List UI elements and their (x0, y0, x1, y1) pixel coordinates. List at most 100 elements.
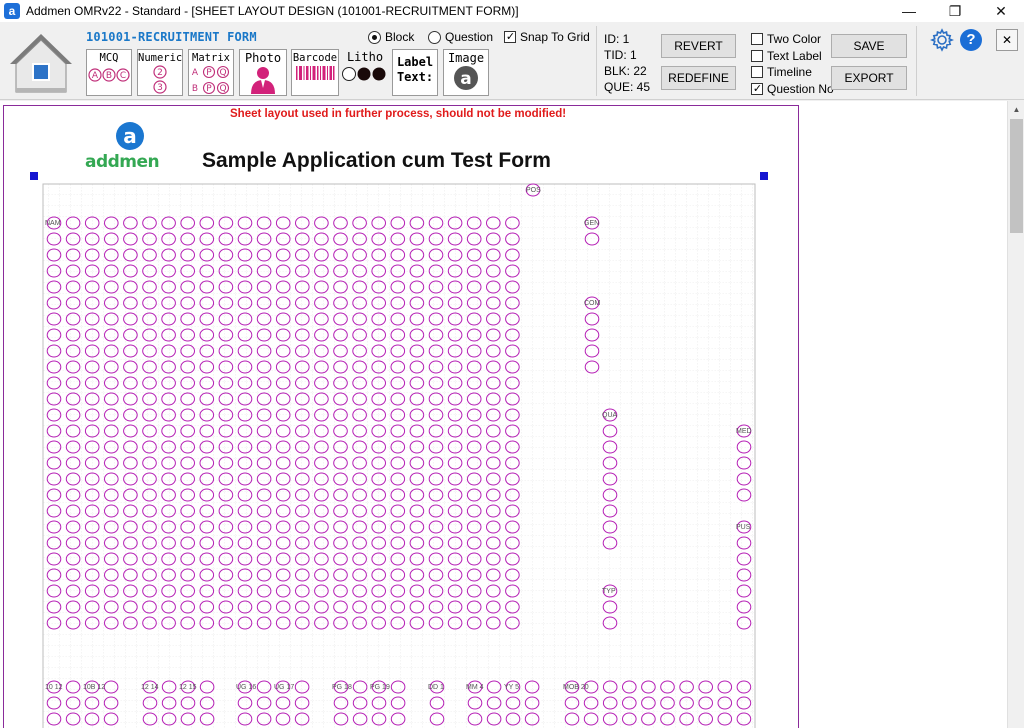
toolbar-separator (596, 26, 597, 96)
mcq-letter-c: C (120, 71, 126, 81)
numeric-tool-label: Numeric (138, 52, 183, 64)
timeline-indicator[interactable] (751, 66, 763, 78)
image-tool-button[interactable]: Image a (443, 49, 489, 96)
numeric-tool-button[interactable]: Numeric 2 3 (137, 49, 183, 96)
close-window-button[interactable]: ✕ (978, 0, 1024, 22)
block-radio[interactable]: Block (368, 30, 414, 44)
minimize-button[interactable]: — (886, 0, 932, 22)
scroll-up-arrow[interactable]: ▲ (1008, 101, 1024, 118)
bottom-block-label: DD 1 (428, 684, 444, 691)
timeline-label: Timeline (767, 65, 812, 79)
text-label-checkbox[interactable]: Text Label (751, 49, 822, 63)
bottom-block-label: 12 15 (179, 684, 197, 691)
litho-icon (342, 67, 386, 81)
gear-icon[interactable] (930, 28, 954, 52)
que-readout: QUE: 45 (604, 80, 651, 94)
barcode-icon (296, 66, 335, 80)
addmen-logo: a addmen (85, 122, 160, 172)
label-tool-label-line2: Text: (396, 70, 434, 84)
photo-tool-button[interactable]: Photo (239, 49, 287, 96)
matrix-tool-button[interactable]: Matrix A B P Q P Q (188, 49, 234, 96)
com-label: COM (584, 300, 601, 307)
title-bar: a Addmen OMRv22 - Standard - [SHEET LAYO… (0, 0, 1024, 22)
mcq-icon: A B C (88, 68, 130, 82)
bottom-block-label: 10 12 (45, 684, 63, 691)
revert-button[interactable]: REVERT (661, 34, 736, 58)
litho-tool-button[interactable]: Litho (342, 49, 388, 96)
matrix-letter-a: A (192, 68, 199, 78)
redefine-button[interactable]: REDEFINE (661, 66, 736, 90)
numeric-icon: 2 3 (153, 65, 167, 94)
litho-tool-label: Litho (346, 50, 384, 64)
matrix-letter-b: B (192, 84, 198, 94)
sheet-warning-text: Sheet layout used in further process, sh… (230, 108, 566, 120)
addmen-image-icon: a (454, 66, 478, 90)
bottom-block-label: 12 14 (141, 684, 159, 691)
sheet-layout[interactable]: Sheet layout used in further process, sh… (4, 106, 799, 728)
numeric-digit-3: 3 (157, 83, 163, 93)
close-panel-button[interactable]: ✕ (996, 29, 1018, 51)
question-no-label: Question No (767, 82, 834, 96)
bottom-block-label: MM 4 (466, 684, 484, 691)
matrix-icon: A B P Q P Q (192, 65, 230, 95)
pos-label: POS (526, 187, 541, 194)
bottom-block-label: YY 5 (504, 684, 519, 691)
window-title: Addmen OMRv22 - Standard - [SHEET LAYOUT… (26, 4, 519, 18)
mcq-tool-button[interactable]: MCQ A B C (86, 49, 132, 96)
label-text-tool-button[interactable]: Label Text: (392, 49, 438, 96)
matrix-tool-label: Matrix (192, 52, 230, 64)
question-radio[interactable]: Question (428, 30, 493, 44)
typ-label: TYP (602, 588, 616, 595)
nam-label: NAM (45, 220, 61, 227)
toolbar-separator-2 (916, 26, 917, 96)
omr-sheet[interactable]: Sheet layout used in further process, sh… (3, 105, 799, 728)
selection-handle-left[interactable] (30, 172, 38, 180)
person-icon (251, 67, 275, 94)
two-color-label: Two Color (767, 32, 822, 46)
two-color-indicator[interactable] (751, 33, 763, 45)
two-color-checkbox[interactable]: Two Color (751, 32, 821, 46)
selection-handle-right[interactable] (760, 172, 768, 180)
gen-label: GEN (584, 220, 599, 227)
barcode-tool-button[interactable]: Barcode (291, 49, 339, 96)
tid-readout: TID: 1 (604, 48, 637, 62)
sheet-grid-area (42, 183, 756, 728)
snap-to-grid-checkbox[interactable]: Snap To Grid (504, 30, 590, 44)
qua-label: QUA (602, 412, 618, 419)
bottom-block-label: 10B 12 (83, 684, 105, 691)
form-name-label: 101001-RECRUITMENT FORM (86, 30, 257, 44)
home-button[interactable] (6, 28, 76, 96)
mcq-letter-b: B (106, 71, 112, 81)
home-icon (10, 34, 72, 93)
sheet-title: Sample Application cum Test Form (202, 149, 551, 172)
pus-label: PUS (736, 524, 751, 531)
logo-text: addmen (85, 152, 159, 172)
snap-checkbox-indicator[interactable] (504, 31, 516, 43)
image-icon-letter: a (460, 69, 471, 89)
question-radio-indicator[interactable] (428, 30, 441, 44)
mcq-letter-a: A (92, 71, 99, 81)
scrollbar-thumb[interactable] (1010, 119, 1023, 233)
question-no-checkbox[interactable]: Question No (751, 82, 834, 96)
question-no-indicator[interactable] (751, 83, 763, 95)
bottom-block-label: MOB 20 (563, 684, 589, 691)
text-label-indicator[interactable] (751, 50, 763, 62)
bottom-block-label: UG 17 (274, 684, 294, 691)
app-logo-icon: a (4, 3, 20, 19)
image-tool-label: Image (447, 51, 485, 65)
id-readout: ID: 1 (604, 32, 630, 46)
design-canvas[interactable]: Sheet layout used in further process, sh… (0, 101, 1007, 728)
text-label-label: Text Label (767, 49, 822, 63)
block-radio-indicator[interactable] (368, 30, 381, 44)
blk-readout: BLK: 22 (604, 64, 647, 78)
timeline-checkbox[interactable]: Timeline (751, 65, 812, 79)
logo-letter: a (123, 124, 137, 148)
toolbar: 101001-RECRUITMENT FORM MCQ A B C Numeri… (0, 22, 1024, 100)
export-button[interactable]: EXPORT (831, 66, 907, 90)
restore-button[interactable]: ❐ (932, 0, 978, 22)
save-button[interactable]: SAVE (831, 34, 907, 58)
question-radio-label: Question (445, 30, 494, 44)
help-icon[interactable]: ? (960, 29, 982, 51)
bottom-block-label: PG 19 (370, 684, 390, 691)
vertical-scrollbar[interactable]: ▲ (1007, 101, 1024, 728)
